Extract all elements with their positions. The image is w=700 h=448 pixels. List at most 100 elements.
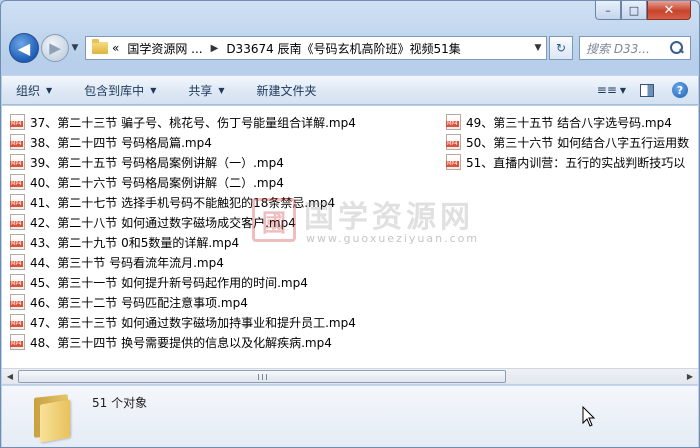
file-name: 45、第三十一节 如何提升新号码起作用的时间.mp4 (30, 275, 308, 290)
folder-icon (92, 39, 108, 54)
file-item[interactable]: 43、第二十九节 0和5数量的详解.mp4 (10, 232, 435, 252)
file-item[interactable]: 48、第三十四节 换号需要提供的信息以及化解疾病.mp4 (10, 332, 435, 352)
caption-buttons: – □ ✕ (595, 1, 691, 21)
chevron-down-icon: ▼ (46, 85, 53, 95)
mp4-file-icon (10, 254, 25, 270)
file-name: 42、第二十八节 如何通过数字磁场成交客户.mp4 (30, 215, 296, 230)
forward-arrow-icon: ▶ (49, 39, 61, 57)
new-folder-label: 新建文件夹 (256, 83, 317, 98)
include-in-library-label: 包含到库中 (84, 83, 145, 98)
file-name: 46、第三十二节 号码匹配注意事项.mp4 (30, 295, 248, 310)
file-name: 50、第三十六节 如何结合八字五行运用数 (466, 135, 690, 150)
file-name: 44、第三十节 号码看流年流月.mp4 (30, 255, 224, 270)
view-options-dropdown-icon[interactable]: ▼ (620, 86, 626, 95)
mp4-file-icon (10, 294, 25, 310)
address-overflow[interactable]: « (112, 41, 119, 55)
view-list-icon: ≡≡ (596, 83, 617, 97)
file-name: 51、直播内训营：五行的实战判断技巧以 (466, 155, 686, 170)
item-count: 51 个对象 (92, 396, 148, 410)
mouse-cursor-icon (582, 406, 596, 427)
breadcrumb-item[interactable]: D33674 辰南《号码玄机高阶班》视频51集 (226, 40, 461, 57)
address-bar[interactable]: « 国学资源网 ... ▶ D33674 辰南《号码玄机高阶班》视频51集 ▼ (85, 36, 547, 60)
mp4-file-icon (10, 114, 25, 130)
breadcrumb-item[interactable]: 国学资源网 ... (127, 40, 202, 57)
scroll-right-icon[interactable]: ▶ (682, 369, 698, 384)
file-name: 39、第二十五节 号码格局案例讲解（一）.mp4 (30, 155, 284, 170)
chevron-down-icon: ▼ (218, 85, 225, 95)
view-controls: ≡≡ ▼ ? (594, 79, 698, 101)
mp4-file-icon (10, 334, 25, 350)
share-menu[interactable]: 共享 ▼ (188, 82, 224, 99)
minimize-button[interactable]: – (595, 1, 621, 20)
command-bar: 组织 ▼ 包含到库中 ▼ 共享 ▼ 新建文件夹 ≡≡ ▼ ? (2, 75, 698, 105)
file-list: 37、第二十三节 骗子号、桃花号、伤丁号能量组合详解.mp4 38、第二十四节 号… (2, 106, 698, 368)
include-in-library-menu[interactable]: 包含到库中 ▼ (84, 82, 156, 99)
file-item[interactable]: 45、第三十一节 如何提升新号码起作用的时间.mp4 (10, 272, 435, 292)
file-name: 37、第二十三节 骗子号、桃花号、伤丁号能量组合详解.mp4 (30, 115, 356, 130)
file-name: 41、第二十七节 选择手机号码不能触犯的18条禁忌.mp4 (30, 195, 336, 210)
share-label: 共享 (188, 83, 213, 98)
file-item[interactable]: 49、第三十五节 结合八字选号码.mp4 (446, 112, 698, 132)
search-box[interactable]: 搜索 D33... (579, 36, 691, 60)
file-name: 47、第三十三节 如何通过数字磁场加持事业和提升员工.mp4 (30, 315, 356, 330)
explorer-window: – □ ✕ ◀ ▶ ▼ « 国学资源网 ... ▶ D33674 辰南《号码玄机… (0, 0, 700, 448)
organize-menu[interactable]: 组织 ▼ (16, 82, 52, 99)
breadcrumb-separator-icon[interactable]: ▶ (211, 43, 219, 54)
file-column-2: 49、第三十五节 结合八字选号码.mp4 50、第三十六节 如何结合八字五行运用数… (446, 112, 698, 172)
change-view-button[interactable]: ≡≡ (594, 79, 620, 101)
preview-pane-icon (640, 83, 654, 97)
scroll-track[interactable] (18, 369, 682, 384)
mp4-file-icon (10, 234, 25, 250)
mp4-file-icon (10, 134, 25, 150)
back-button[interactable]: ◀ (9, 33, 39, 63)
address-dropdown-icon[interactable]: ▼ (530, 43, 546, 53)
scroll-thumb[interactable] (18, 370, 506, 383)
mp4-file-icon (10, 194, 25, 210)
forward-button[interactable]: ▶ (41, 34, 69, 62)
refresh-icon: ↻ (555, 41, 567, 55)
file-name: 40、第二十六节 号码格局案例讲解（二）.mp4 (30, 175, 284, 190)
file-item[interactable]: 44、第三十节 号码看流年流月.mp4 (10, 252, 435, 272)
mp4-file-icon (446, 134, 461, 150)
help-icon[interactable]: ? (672, 82, 688, 98)
organize-label: 组织 (16, 83, 41, 98)
mp4-file-icon (10, 274, 25, 290)
refresh-button[interactable]: ↻ (549, 36, 573, 60)
file-item[interactable]: 37、第二十三节 骗子号、桃花号、伤丁号能量组合详解.mp4 (10, 112, 435, 132)
navigation-bar: ◀ ▶ ▼ « 国学资源网 ... ▶ D33674 辰南《号码玄机高阶班》视频… (9, 31, 691, 65)
back-arrow-icon: ◀ (17, 38, 31, 58)
file-item[interactable]: 39、第二十五节 号码格局案例讲解（一）.mp4 (10, 152, 435, 172)
details-pane: 51 个对象 (2, 385, 698, 447)
mp4-file-icon (10, 314, 25, 330)
mp4-file-icon (10, 174, 25, 190)
file-item[interactable]: 38、第二十四节 号码格局篇.mp4 (10, 132, 435, 152)
file-item[interactable]: 42、第二十八节 如何通过数字磁场成交客户.mp4 (10, 212, 435, 232)
file-name: 49、第三十五节 结合八字选号码.mp4 (466, 115, 672, 130)
search-icon[interactable] (669, 40, 685, 56)
chevron-down-icon: ▼ (150, 85, 157, 95)
file-item[interactable]: 50、第三十六节 如何结合八字五行运用数 (446, 132, 698, 152)
mp4-file-icon (10, 154, 25, 170)
file-item[interactable]: 41、第二十七节 选择手机号码不能触犯的18条禁忌.mp4 (10, 192, 435, 212)
maximize-button[interactable]: □ (621, 1, 647, 20)
new-folder-button[interactable]: 新建文件夹 (257, 82, 317, 99)
file-name: 48、第三十四节 换号需要提供的信息以及化解疾病.mp4 (30, 335, 332, 350)
grip-icon (257, 373, 267, 380)
scroll-left-icon[interactable]: ◀ (2, 369, 18, 384)
mp4-file-icon (446, 154, 461, 170)
file-item[interactable]: 40、第二十六节 号码格局案例讲解（二）.mp4 (10, 172, 435, 192)
mp4-file-icon (10, 214, 25, 230)
mp4-file-icon (446, 114, 461, 130)
folder-icon (30, 392, 74, 443)
file-item[interactable]: 46、第三十二节 号码匹配注意事项.mp4 (10, 292, 435, 312)
file-item[interactable]: 47、第三十三节 如何通过数字磁场加持事业和提升员工.mp4 (10, 312, 435, 332)
file-name: 38、第二十四节 号码格局篇.mp4 (30, 135, 212, 150)
file-name: 43、第二十九节 0和5数量的详解.mp4 (30, 235, 240, 250)
preview-pane-button[interactable] (634, 79, 660, 101)
file-item[interactable]: 51、直播内训营：五行的实战判断技巧以 (446, 152, 698, 172)
file-column-1: 37、第二十三节 骗子号、桃花号、伤丁号能量组合详解.mp4 38、第二十四节 号… (10, 112, 435, 352)
close-button[interactable]: ✕ (647, 1, 691, 20)
recent-pages-dropdown[interactable]: ▼ (69, 43, 81, 53)
horizontal-scrollbar[interactable]: ◀ ▶ (2, 368, 698, 384)
search-input[interactable]: 搜索 D33... (586, 40, 669, 57)
